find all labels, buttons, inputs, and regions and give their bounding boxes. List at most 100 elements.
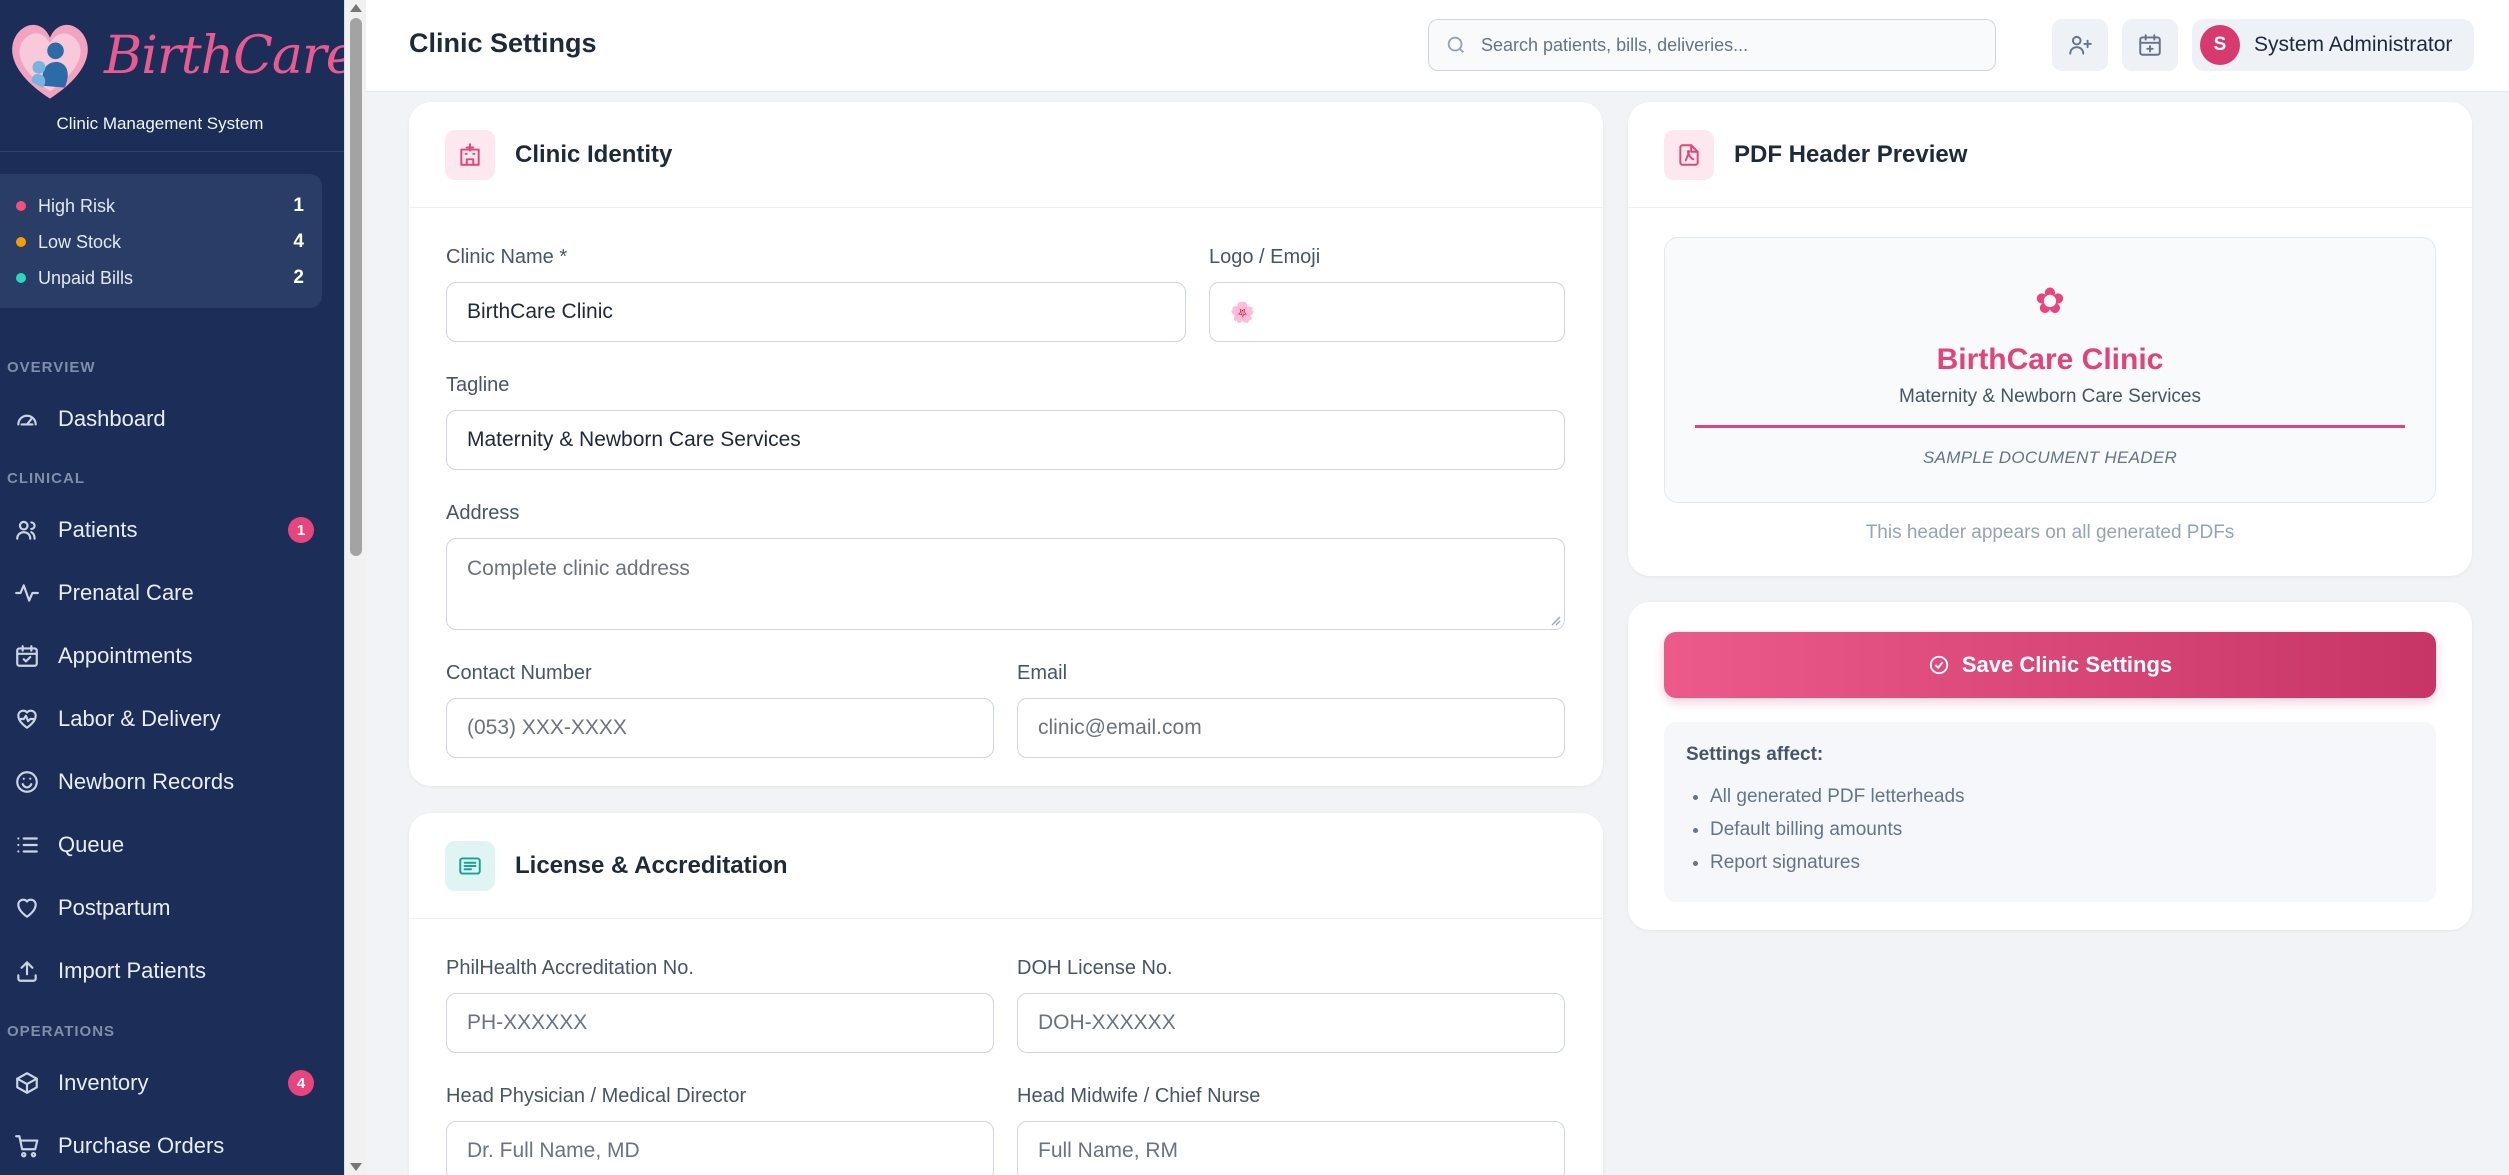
heart-pulse-icon xyxy=(17,709,37,729)
new-appointment-button[interactable] xyxy=(2122,19,2178,71)
avatar: S xyxy=(2200,25,2240,65)
contact-number-field[interactable] xyxy=(446,698,994,758)
head-midwife-field[interactable] xyxy=(1017,1121,1565,1175)
logo-heart-icon xyxy=(12,24,88,99)
box-icon xyxy=(16,1072,38,1094)
brand-subtitle: Clinic Management System xyxy=(56,114,264,133)
calendar-check-icon xyxy=(16,645,38,667)
heart-icon xyxy=(17,898,37,918)
sidebar-item-appointments[interactable]: Appointments xyxy=(0,628,330,684)
sidebar-item-queue[interactable]: Queue xyxy=(0,817,330,873)
sidebar-item-dashboard[interactable]: Dashboard xyxy=(0,391,330,447)
activity-icon xyxy=(15,584,39,602)
clinic-name-label: Clinic Name * xyxy=(446,246,568,268)
sidebar-item-label: Patients xyxy=(58,517,138,542)
alert-count: 1 xyxy=(293,195,304,216)
alert-unpaid-bills[interactable]: Unpaid Bills 2 xyxy=(16,260,322,296)
scroll-thumb[interactable] xyxy=(350,18,362,556)
brand: BirthCare Clinic Management System xyxy=(0,0,344,152)
sidebar-item-postpartum[interactable]: Postpartum xyxy=(0,880,330,936)
preview-clinic-name: BirthCare Clinic xyxy=(1936,343,2164,376)
scroll-down-arrow-icon[interactable] xyxy=(350,1163,362,1171)
user-menu[interactable]: S System Administrator xyxy=(2192,19,2474,71)
address-label: Address xyxy=(446,502,520,524)
tagline-field[interactable] xyxy=(446,410,1565,470)
sidebar-item-inventory[interactable]: Inventory 4 xyxy=(0,1055,330,1111)
preview-sample-text: SAMPLE DOCUMENT HEADER xyxy=(1922,448,2178,467)
logo-emoji-field[interactable] xyxy=(1209,282,1565,342)
id-card-icon xyxy=(459,856,481,875)
add-patient-button[interactable] xyxy=(2052,19,2108,71)
nav-section-overview: OVERVIEW xyxy=(7,359,96,376)
doh-license-field[interactable] xyxy=(1017,993,1565,1053)
sidebar-item-patients[interactable]: Patients 1 xyxy=(0,502,330,558)
preview-tagline: Maternity & Newborn Care Services xyxy=(1899,386,2201,407)
card-header: PDF Header Preview xyxy=(1628,102,2472,208)
sidebar-item-label: Appointments xyxy=(58,643,193,668)
affects-title: Settings affect: xyxy=(1686,744,1824,765)
sidebar-item-purchase-orders[interactable]: Purchase Orders xyxy=(0,1118,330,1174)
topbar: Clinic Settings S System Administrator xyxy=(366,0,2509,92)
alert-summary: High Risk 1 Low Stock 4 Unpaid Bills 2 xyxy=(0,174,322,308)
alert-label: Unpaid Bills xyxy=(38,267,134,288)
sidebar-item-import-patients[interactable]: Import Patients xyxy=(0,943,330,999)
philhealth-field[interactable] xyxy=(446,993,994,1053)
address-field[interactable] xyxy=(446,538,1565,630)
email-field[interactable] xyxy=(1017,698,1565,758)
status-dot xyxy=(16,201,26,211)
upload-icon xyxy=(17,961,37,982)
settings-affect-box: Settings affect: All generated PDF lette… xyxy=(1664,722,2436,902)
scroll-up-arrow-icon[interactable] xyxy=(350,4,362,12)
gauge-icon xyxy=(17,414,37,426)
hospital-icon xyxy=(460,142,480,166)
sidebar-item-label: Prenatal Care xyxy=(58,580,194,605)
sidebar-item-label: Import Patients xyxy=(58,958,206,983)
user-name: System Administrator xyxy=(2254,33,2453,56)
check-circle-icon xyxy=(1929,655,1949,675)
head-physician-field[interactable] xyxy=(446,1121,994,1175)
card-header: Clinic Identity xyxy=(409,102,1603,208)
pdf-file-icon xyxy=(1679,143,1699,166)
pdf-header-preview: ✿ BirthCare Clinic Maternity & Newborn C… xyxy=(1664,237,2436,503)
save-clinic-settings-button[interactable]: Save Clinic Settings xyxy=(1664,632,2436,698)
sidebar-item-label: Labor & Delivery xyxy=(58,706,221,731)
count-badge: 4 xyxy=(288,1070,314,1096)
sidebar-item-newborn-records[interactable]: Newborn Records xyxy=(0,754,330,810)
nav-section-operations: OPERATIONS xyxy=(7,1023,116,1040)
smile-icon xyxy=(16,771,38,793)
button-label: Save Clinic Settings xyxy=(1961,652,2173,677)
alert-low-stock[interactable]: Low Stock 4 xyxy=(16,224,322,260)
status-dot xyxy=(16,237,26,247)
sidebar-item-label: Dashboard xyxy=(58,406,166,431)
search-box[interactable] xyxy=(1428,19,1996,71)
list-item: Default billing amounts xyxy=(1710,813,2414,846)
sidebar-item-labor-delivery[interactable]: Labor & Delivery xyxy=(0,691,330,747)
contact-label: Contact Number xyxy=(446,662,592,684)
sidebar: BirthCare Clinic Management System High … xyxy=(0,0,344,1175)
license-accreditation-card: License & Accreditation PhilHealth Accre… xyxy=(409,813,1603,1175)
tagline-label: Tagline xyxy=(446,374,510,396)
cart-icon xyxy=(15,1135,39,1158)
doh-license-label: DOH License No. xyxy=(1017,957,1173,979)
sidebar-item-label: Postpartum xyxy=(58,895,171,920)
alert-count: 2 xyxy=(293,267,304,288)
search-input[interactable] xyxy=(1481,34,1961,56)
users-icon xyxy=(16,520,36,540)
sidebar-item-prenatal-care[interactable]: Prenatal Care xyxy=(0,565,330,621)
card-title: License & Accreditation xyxy=(515,851,788,879)
user-plus-icon xyxy=(2069,35,2092,55)
brand-name: BirthCare xyxy=(104,26,344,86)
card-title: Clinic Identity xyxy=(515,140,673,168)
search-icon xyxy=(1447,36,1464,53)
flower-icon: ✿ xyxy=(2034,280,2066,321)
clinic-name-field[interactable] xyxy=(446,282,1186,342)
list-item: All generated PDF letterheads xyxy=(1710,780,2414,813)
card-icon xyxy=(1664,129,1714,180)
preview-divider xyxy=(1695,425,2405,428)
alert-high-risk[interactable]: High Risk 1 xyxy=(16,188,322,224)
philhealth-label: PhilHealth Accreditation No. xyxy=(446,957,694,979)
resize-grip-icon[interactable] xyxy=(1549,614,1561,626)
nav-section-clinical: CLINICAL xyxy=(7,470,85,487)
sidebar-scrollbar[interactable] xyxy=(344,0,366,1175)
status-dot xyxy=(16,273,26,283)
